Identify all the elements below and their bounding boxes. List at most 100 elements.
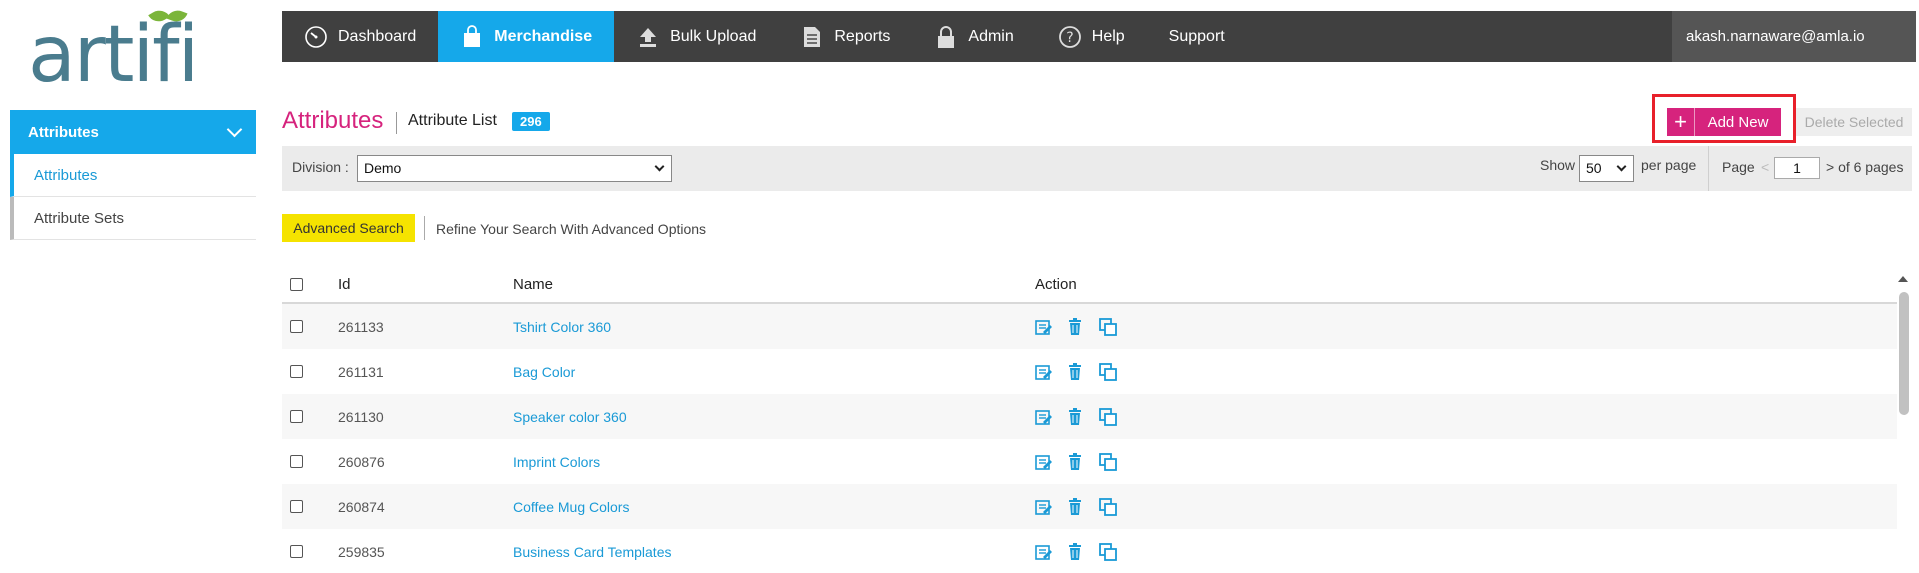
advanced-search-button[interactable]: Advanced Search <box>282 214 415 242</box>
nav-label: Dashboard <box>338 27 417 45</box>
plus-icon: + <box>1667 108 1695 136</box>
table-row: 261131 Bag Color <box>282 349 1897 394</box>
copy-icon[interactable] <box>1099 317 1117 336</box>
row-name-link[interactable]: Speaker color 360 <box>513 409 1035 425</box>
edit-icon[interactable] <box>1035 363 1053 381</box>
row-actions <box>1035 317 1117 336</box>
row-name-link[interactable]: Imprint Colors <box>513 454 1035 470</box>
page-number-input[interactable]: 1 <box>1774 157 1820 179</box>
advanced-divider <box>424 216 425 240</box>
column-header-id[interactable]: Id <box>338 276 513 293</box>
copy-icon[interactable] <box>1099 362 1117 381</box>
sidebar-section-attributes[interactable]: Attributes <box>10 110 256 154</box>
show-label: Show <box>1540 157 1576 173</box>
edit-icon[interactable] <box>1035 543 1053 561</box>
page-label: Page <box>1722 159 1755 175</box>
top-nav: Dashboard Merchandise Bulk Upload Report… <box>282 11 1916 62</box>
sidebar: Attributes Attributes Attribute Sets <box>10 110 256 240</box>
scrollbar-thumb[interactable] <box>1899 292 1909 415</box>
nav-help[interactable]: ? Help <box>1036 11 1147 62</box>
table-row: 261130 Speaker color 360 <box>282 394 1897 439</box>
delete-icon[interactable] <box>1067 407 1085 426</box>
column-header-action: Action <box>1035 275 1077 293</box>
prev-page-button[interactable]: < <box>1761 159 1769 175</box>
nav-label: Help <box>1091 27 1125 45</box>
chevron-down-icon <box>226 121 243 137</box>
add-new-label: Add New <box>1707 113 1769 131</box>
upload-icon <box>636 26 660 48</box>
pagination-divider <box>1708 146 1709 191</box>
copy-icon[interactable] <box>1099 407 1117 426</box>
chevron-down-icon <box>654 161 665 172</box>
edit-icon[interactable] <box>1035 453 1053 471</box>
row-name-link[interactable]: Business Card Templates <box>513 544 1035 560</box>
row-actions <box>1035 452 1117 471</box>
row-checkbox[interactable] <box>290 545 303 558</box>
table-row: 260874 Coffee Mug Colors <box>282 484 1897 529</box>
filter-bar: Division : Demo Show 50 per page Page < … <box>282 146 1912 191</box>
nav-bulk-upload[interactable]: Bulk Upload <box>614 11 778 62</box>
scroll-up-arrow[interactable] <box>1898 276 1908 282</box>
edit-icon[interactable] <box>1035 318 1053 336</box>
sidebar-item-attributes[interactable]: Attributes <box>10 154 256 197</box>
row-checkbox[interactable] <box>290 365 303 378</box>
nav-support[interactable]: Support <box>1147 11 1247 62</box>
row-actions <box>1035 497 1117 516</box>
add-new-button[interactable]: + Add New <box>1667 108 1781 136</box>
page-subtitle: Attribute List <box>408 112 497 129</box>
nav-admin[interactable]: Admin <box>912 11 1035 62</box>
division-value: Demo <box>364 160 402 176</box>
row-actions <box>1035 362 1117 381</box>
nav-label: Support <box>1168 27 1225 45</box>
edit-icon[interactable] <box>1035 408 1053 426</box>
row-checkbox[interactable] <box>290 320 303 333</box>
page-title: Attributes <box>282 107 384 134</box>
page-size-select[interactable]: 50 <box>1579 155 1634 182</box>
division-select[interactable]: Demo <box>357 155 672 182</box>
user-email: akash.narnaware@amla.io <box>1686 28 1865 45</box>
artifi-logo[interactable]: artifi <box>22 6 232 100</box>
division-label: Division : <box>292 159 349 175</box>
row-checkbox[interactable] <box>290 410 303 423</box>
row-checkbox[interactable] <box>290 455 303 468</box>
row-checkbox[interactable] <box>290 500 303 513</box>
column-header-name[interactable]: Name <box>513 276 1035 293</box>
delete-icon[interactable] <box>1067 317 1085 336</box>
nav-dashboard[interactable]: Dashboard <box>282 11 438 62</box>
delete-icon[interactable] <box>1067 497 1085 516</box>
nav-label: Merchandise <box>494 27 593 45</box>
svg-text:?: ? <box>1066 30 1073 46</box>
nav-merchandise[interactable]: Merchandise <box>438 11 615 62</box>
delete-selected-button[interactable]: Delete Selected <box>1796 108 1912 136</box>
edit-icon[interactable] <box>1035 498 1053 516</box>
copy-icon[interactable] <box>1099 497 1117 516</box>
nav-label: Admin <box>968 27 1014 45</box>
nav-label: Bulk Upload <box>670 27 757 45</box>
page-total[interactable]: > of 6 pages <box>1826 159 1903 175</box>
nav-reports[interactable]: Reports <box>778 11 912 62</box>
row-id: 260874 <box>338 498 385 515</box>
sidebar-item-attribute-sets[interactable]: Attribute Sets <box>10 197 256 240</box>
help-icon: ? <box>1058 25 1082 49</box>
document-icon <box>800 26 824 48</box>
sidebar-item-label: Attribute Sets <box>34 209 125 227</box>
row-name-link[interactable]: Bag Color <box>513 364 1035 380</box>
delete-icon[interactable] <box>1067 362 1085 381</box>
row-name-link[interactable]: Coffee Mug Colors <box>513 499 1035 515</box>
select-all-checkbox[interactable] <box>290 277 303 291</box>
chevron-down-icon <box>1616 161 1627 172</box>
page-size-value: 50 <box>1586 160 1602 176</box>
title-divider <box>396 112 397 134</box>
attribute-table: Id Name Action 261133 Tshirt Color 360 261… <box>282 266 1897 573</box>
row-actions <box>1035 542 1117 561</box>
delete-icon[interactable] <box>1067 542 1085 561</box>
table-header: Id Name Action <box>282 266 1897 304</box>
lock-icon <box>934 25 958 49</box>
sidebar-item-label: Attributes <box>34 166 98 184</box>
user-menu[interactable]: akash.narnaware@amla.io <box>1672 11 1916 62</box>
copy-icon[interactable] <box>1099 452 1117 471</box>
delete-icon[interactable] <box>1067 452 1085 471</box>
row-name-link[interactable]: Tshirt Color 360 <box>513 319 1035 335</box>
count-badge: 296 <box>512 112 550 131</box>
copy-icon[interactable] <box>1099 542 1117 561</box>
